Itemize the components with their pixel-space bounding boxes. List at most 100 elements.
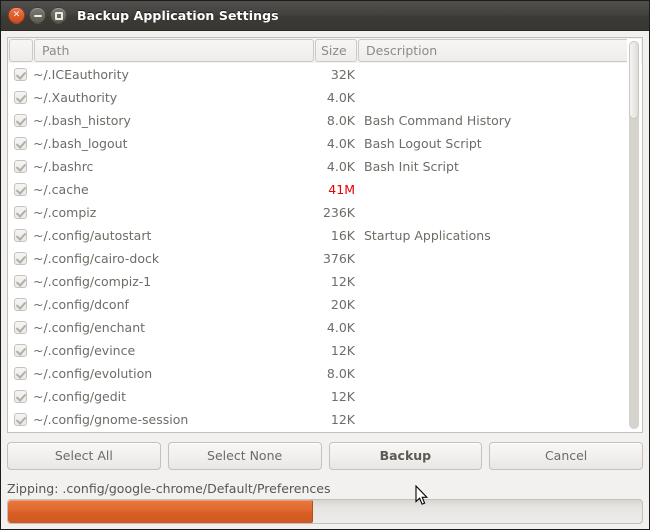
dialog-button-bar: Select AllSelect NoneBackupCancel — [7, 433, 643, 477]
table-row[interactable]: ~/.config/gnome-control12K — [8, 431, 642, 432]
cell-path: ~/.bashrc — [33, 159, 312, 174]
table-row[interactable]: ~/.ICEauthority32K — [8, 63, 642, 86]
vertical-scrollbar[interactable] — [627, 39, 641, 431]
backup-button[interactable]: Backup — [329, 442, 483, 470]
cell-size: 41M — [312, 182, 358, 197]
cell-path: ~/.ICEauthority — [33, 67, 312, 82]
row-checkbox-cell[interactable] — [8, 275, 33, 288]
checkbox-icon[interactable] — [14, 413, 27, 426]
cell-path: ~/.config/autostart — [33, 228, 312, 243]
table-row[interactable]: ~/.config/evolution8.0K — [8, 362, 642, 385]
row-checkbox-cell[interactable] — [8, 298, 33, 311]
cell-size: 16K — [312, 228, 358, 243]
dialog-body: Path Size Description ~/.ICEauthority32K… — [1, 31, 649, 477]
table-row[interactable]: ~/.config/gedit12K — [8, 385, 642, 408]
cell-size: 4.0K — [312, 159, 358, 174]
checkbox-icon[interactable] — [14, 206, 27, 219]
checkbox-icon[interactable] — [14, 160, 27, 173]
row-checkbox-cell[interactable] — [8, 206, 33, 219]
progress-bar — [7, 499, 643, 524]
table-row[interactable]: ~/.bash_history8.0KBash Command History — [8, 109, 642, 132]
cell-path: ~/.cache — [33, 182, 312, 197]
checkbox-icon[interactable] — [14, 275, 27, 288]
column-header-row: Path Size Description — [8, 38, 642, 63]
cell-size: 4.0K — [312, 136, 358, 151]
scrollbar-thumb[interactable] — [629, 41, 639, 119]
table-row[interactable]: ~/.config/enchant4.0K — [8, 316, 642, 339]
cell-path: ~/.config/compiz-1 — [33, 274, 312, 289]
column-header-path[interactable]: Path — [34, 39, 314, 62]
row-checkbox-cell[interactable] — [8, 137, 33, 150]
checkbox-icon[interactable] — [14, 344, 27, 357]
table-row[interactable]: ~/.cache41M — [8, 178, 642, 201]
table-row[interactable]: ~/.bash_logout4.0KBash Logout Script — [8, 132, 642, 155]
cell-path: ~/.config/dconf — [33, 297, 312, 312]
file-list: Path Size Description ~/.ICEauthority32K… — [7, 37, 643, 433]
row-checkbox-cell[interactable] — [8, 321, 33, 334]
checkbox-icon[interactable] — [14, 298, 27, 311]
column-header-description[interactable]: Description — [358, 39, 641, 62]
maximize-icon — [55, 12, 63, 20]
table-row[interactable]: ~/.config/autostart16KStartup Applicatio… — [8, 224, 642, 247]
cell-size: 12K — [312, 412, 358, 427]
checkbox-icon[interactable] — [14, 137, 27, 150]
backup-settings-window: ✕ Backup Application Settings Path Size … — [0, 0, 650, 530]
cell-path: ~/.config/gnome-session — [33, 412, 312, 427]
status-message: Zipping: .config/google-chrome/Default/P… — [7, 478, 643, 499]
minimize-icon — [34, 15, 42, 17]
checkbox-icon[interactable] — [14, 229, 27, 242]
checkbox-icon[interactable] — [14, 252, 27, 265]
row-checkbox-cell[interactable] — [8, 183, 33, 196]
maximize-button[interactable] — [50, 7, 67, 24]
row-checkbox-cell[interactable] — [8, 252, 33, 265]
cancel-button[interactable]: Cancel — [489, 442, 643, 470]
cell-path: ~/.config/gedit — [33, 389, 312, 404]
cell-size: 12K — [312, 389, 358, 404]
checkbox-icon[interactable] — [14, 321, 27, 334]
minimize-button[interactable] — [29, 7, 46, 24]
row-checkbox-cell[interactable] — [8, 91, 33, 104]
window-title: Backup Application Settings — [77, 8, 279, 23]
cell-path: ~/.config/evince — [33, 343, 312, 358]
status-bar: Zipping: .config/google-chrome/Default/P… — [1, 477, 649, 529]
checkbox-icon[interactable] — [14, 367, 27, 380]
cell-size: 8.0K — [312, 366, 358, 381]
table-row[interactable]: ~/.Xauthority4.0K — [8, 86, 642, 109]
cell-size: 376K — [312, 251, 358, 266]
select-none-button[interactable]: Select None — [168, 442, 322, 470]
cell-size: 4.0K — [312, 90, 358, 105]
row-checkbox-cell[interactable] — [8, 114, 33, 127]
table-row[interactable]: ~/.config/gnome-session12K — [8, 408, 642, 431]
cell-path: ~/.Xauthority — [33, 90, 312, 105]
row-checkbox-cell[interactable] — [8, 229, 33, 242]
cell-size: 12K — [312, 274, 358, 289]
cell-path: ~/.bash_history — [33, 113, 312, 128]
table-row[interactable]: ~/.compiz236K — [8, 201, 642, 224]
checkbox-icon[interactable] — [14, 91, 27, 104]
table-row[interactable]: ~/.config/evince12K — [8, 339, 642, 362]
row-checkbox-cell[interactable] — [8, 68, 33, 81]
close-button[interactable]: ✕ — [8, 7, 25, 24]
cell-size: 12K — [312, 343, 358, 358]
checkbox-icon[interactable] — [14, 183, 27, 196]
row-checkbox-cell[interactable] — [8, 390, 33, 403]
window-controls: ✕ — [8, 7, 67, 24]
row-checkbox-cell[interactable] — [8, 367, 33, 380]
row-checkbox-cell[interactable] — [8, 160, 33, 173]
row-checkbox-cell[interactable] — [8, 413, 33, 426]
cell-path: ~/.bash_logout — [33, 136, 312, 151]
row-checkbox-cell[interactable] — [8, 344, 33, 357]
column-header-check[interactable] — [9, 39, 33, 62]
select-all-button[interactable]: Select All — [7, 442, 161, 470]
table-row[interactable]: ~/.config/compiz-112K — [8, 270, 642, 293]
cell-path: ~/.config/cairo-dock — [33, 251, 312, 266]
column-header-size[interactable]: Size — [315, 39, 357, 62]
table-row[interactable]: ~/.bashrc4.0KBash Init Script — [8, 155, 642, 178]
checkbox-icon[interactable] — [14, 68, 27, 81]
table-row[interactable]: ~/.config/dconf20K — [8, 293, 642, 316]
checkbox-icon[interactable] — [14, 390, 27, 403]
cell-size: 32K — [312, 67, 358, 82]
checkbox-icon[interactable] — [14, 114, 27, 127]
file-list-viewport: ~/.ICEauthority32K~/.Xauthority4.0K~/.ba… — [8, 63, 642, 432]
table-row[interactable]: ~/.config/cairo-dock376K — [8, 247, 642, 270]
